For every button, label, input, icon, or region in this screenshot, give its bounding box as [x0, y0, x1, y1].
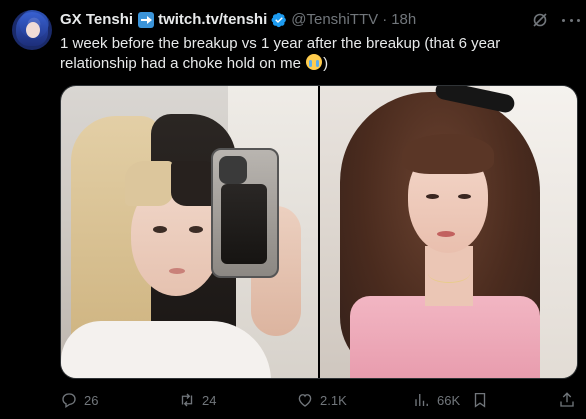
author-handle[interactable]: @TenshiTTV [291, 10, 378, 30]
action-bar: 26 24 2.1K 66K [60, 390, 578, 410]
photo-left-bangs-blonde [125, 161, 173, 206]
share-icon[interactable] [558, 391, 576, 409]
tweet-text-suffix: ) [323, 55, 329, 72]
tweet[interactable]: GX Tenshi twitch.tv/tenshi @TenshiTTV · … [0, 0, 586, 419]
right-arrow-emoji-icon [138, 12, 155, 28]
tweet-time[interactable]: 18h [391, 10, 416, 30]
photo-right-eye [426, 194, 439, 199]
media-grid[interactable] [60, 85, 578, 379]
photo-right-necklace [428, 264, 470, 283]
bookmark-icon[interactable] [471, 391, 489, 409]
display-name-suffix[interactable]: twitch.tv/tenshi [158, 10, 267, 30]
photo-left[interactable] [61, 86, 318, 378]
display-name[interactable]: GX Tenshi [60, 10, 133, 30]
more-dot [562, 18, 565, 22]
sob-emoji-icon [306, 54, 323, 70]
photo-left-shirt [61, 321, 271, 378]
photo-left-eye [189, 226, 203, 233]
like-button[interactable]: 2.1K [296, 390, 347, 410]
photo-left-phone-case [221, 184, 267, 264]
tweet-text: 1 week before the breakup vs 1 year afte… [60, 34, 570, 74]
avatar[interactable] [12, 10, 52, 50]
photo-right-bangs [402, 134, 494, 174]
retweet-count: 24 [202, 392, 217, 408]
more-icon[interactable] [562, 12, 580, 28]
tweet-text-body: 1 week before the breakup vs 1 year afte… [60, 35, 501, 72]
views-button[interactable]: 66K [413, 390, 460, 410]
like-count: 2.1K [320, 392, 347, 408]
retweet-icon [181, 393, 193, 407]
more-dot [569, 18, 573, 22]
more-dot [577, 18, 580, 22]
tweet-header: GX Tenshi twitch.tv/tenshi @TenshiTTV · … [60, 10, 416, 30]
heart-icon [298, 394, 312, 407]
views-count: 66K [437, 392, 461, 408]
separator-dot: · [382, 11, 388, 28]
reply-count: 26 [84, 392, 99, 408]
reply-button[interactable]: 26 [60, 390, 98, 410]
reply-icon [62, 393, 76, 409]
photo-right[interactable] [320, 86, 577, 378]
views-icon [415, 394, 428, 406]
avatar-face [26, 22, 40, 38]
photo-left-phone-camera [219, 156, 247, 184]
photo-right-top [350, 296, 540, 378]
verified-icon[interactable] [271, 12, 287, 28]
grok-icon[interactable] [532, 12, 548, 28]
photo-left-lips [169, 268, 185, 274]
retweet-button[interactable]: 24 [178, 390, 216, 410]
photo-right-lips [437, 231, 455, 237]
photo-left-eye [153, 226, 167, 233]
photo-right-eye [458, 194, 471, 199]
